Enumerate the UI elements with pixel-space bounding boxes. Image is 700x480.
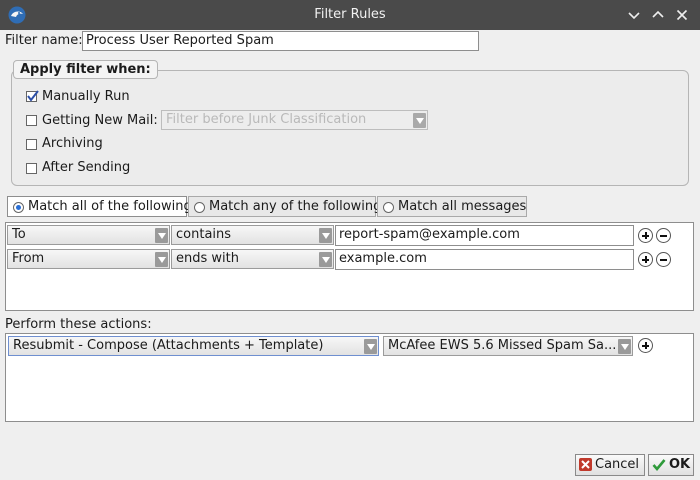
after-sending-checkbox[interactable] bbox=[26, 163, 37, 174]
match-all-messages-label: Match all messages bbox=[398, 199, 527, 214]
checkmark-icon bbox=[27, 90, 39, 102]
rule-field-select[interactable]: From bbox=[7, 249, 170, 269]
match-all-messages-option[interactable]: Match all messages bbox=[377, 196, 527, 217]
title-bar: Filter Rules bbox=[0, 0, 700, 30]
rule-operator-select[interactable]: ends with bbox=[171, 249, 334, 269]
rule-field-value: From bbox=[12, 251, 45, 266]
chevron-down-icon bbox=[155, 252, 168, 267]
action-type-value: Resubmit - Compose (Attachments + Templa… bbox=[13, 338, 324, 353]
remove-rule-icon[interactable] bbox=[656, 228, 671, 243]
new-mail-timing-value: Filter before Junk Classification bbox=[166, 112, 367, 127]
perform-actions-label: Perform these actions: bbox=[5, 317, 152, 332]
cancel-button[interactable]: Cancel bbox=[575, 454, 645, 476]
chevron-down-icon bbox=[319, 252, 332, 267]
add-rule-icon[interactable] bbox=[638, 228, 653, 243]
chevron-down-icon bbox=[319, 228, 332, 243]
manually-run-checkbox[interactable] bbox=[26, 90, 39, 102]
filter-name-input[interactable]: Process User Reported Spam bbox=[82, 31, 479, 51]
chevron-down-icon bbox=[618, 339, 631, 354]
rule-operator-select[interactable]: contains bbox=[171, 225, 334, 245]
match-all-label: Match all of the following bbox=[28, 199, 192, 214]
after-sending-label: After Sending bbox=[42, 160, 131, 175]
action-target-value: McAfee EWS 5.6 Missed Spam Sa... bbox=[388, 338, 617, 353]
chevron-down-icon bbox=[155, 228, 168, 243]
minimize-icon[interactable] bbox=[626, 7, 642, 23]
match-any-label: Match any of the following bbox=[209, 199, 382, 214]
rule-value-input[interactable]: example.com bbox=[335, 249, 634, 270]
rule-operator-value: ends with bbox=[176, 251, 239, 266]
match-all-messages-radio[interactable] bbox=[383, 202, 394, 213]
rule-field-value: To bbox=[12, 227, 26, 242]
window-title: Filter Rules bbox=[314, 7, 386, 22]
cancel-icon bbox=[579, 458, 592, 471]
apply-filter-legend: Apply filter when: bbox=[13, 60, 158, 79]
chevron-down-icon bbox=[364, 339, 377, 354]
add-action-icon[interactable] bbox=[638, 338, 653, 353]
match-all-radio[interactable] bbox=[13, 202, 24, 213]
getting-new-mail-checkbox[interactable] bbox=[26, 115, 37, 126]
manually-run-label: Manually Run bbox=[42, 89, 130, 104]
match-any-radio[interactable] bbox=[194, 202, 205, 213]
chevron-down-icon bbox=[413, 113, 426, 128]
getting-new-mail-label: Getting New Mail: bbox=[42, 113, 158, 128]
add-rule-icon[interactable] bbox=[638, 252, 653, 267]
maximize-icon[interactable] bbox=[650, 7, 666, 23]
new-mail-timing-select[interactable]: Filter before Junk Classification bbox=[161, 110, 428, 130]
checkmark-icon bbox=[652, 459, 666, 471]
close-icon[interactable] bbox=[674, 7, 690, 23]
filter-name-label: Filter name: bbox=[5, 33, 83, 48]
ok-label: OK bbox=[669, 457, 691, 472]
rule-value-input[interactable]: report-spam@example.com bbox=[335, 225, 634, 246]
action-target-select[interactable]: McAfee EWS 5.6 Missed Spam Sa... bbox=[383, 336, 633, 356]
ok-button[interactable]: OK bbox=[648, 454, 694, 476]
action-type-select[interactable]: Resubmit - Compose (Attachments + Templa… bbox=[8, 336, 379, 356]
archiving-label: Archiving bbox=[42, 136, 103, 151]
match-any-option[interactable]: Match any of the following bbox=[188, 196, 381, 217]
remove-rule-icon[interactable] bbox=[656, 252, 671, 267]
rule-operator-value: contains bbox=[176, 227, 232, 242]
match-all-option[interactable]: Match all of the following bbox=[7, 196, 192, 217]
archiving-checkbox[interactable] bbox=[26, 139, 37, 150]
rule-field-select[interactable]: To bbox=[7, 225, 170, 245]
cancel-label: Cancel bbox=[595, 457, 640, 472]
